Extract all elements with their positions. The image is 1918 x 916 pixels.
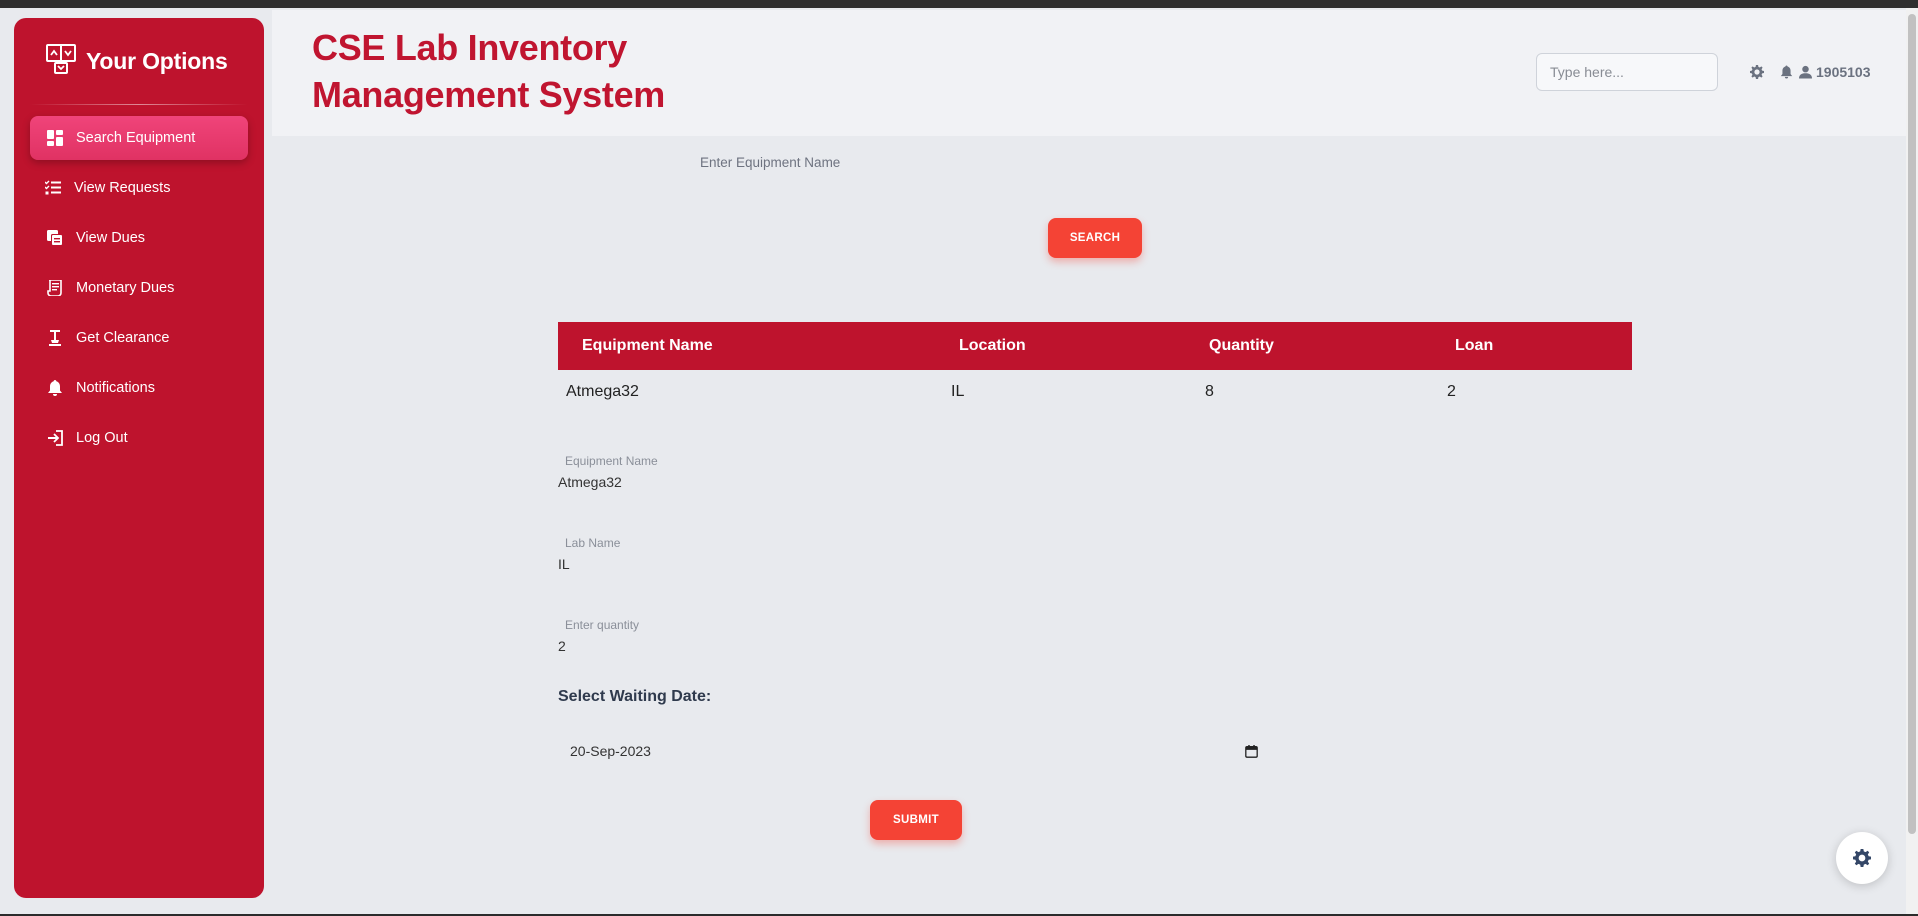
equipment-name-field[interactable]: Equipment Name Atmega32	[558, 454, 658, 490]
field-label: Enter quantity	[565, 618, 640, 632]
lab-name-field[interactable]: Lab Name IL	[558, 536, 620, 572]
scrollbar-thumb[interactable]	[1908, 14, 1916, 834]
sidebar-item-notifications[interactable]: Notifications	[30, 366, 248, 410]
column-header: Location	[959, 337, 1026, 354]
sidebar-item-label: Get Clearance	[76, 330, 170, 346]
sidebar-item-search-equipment[interactable]: Search Equipment	[30, 116, 248, 160]
divider	[30, 104, 248, 105]
sidebar-item-get-clearance[interactable]: Get Clearance	[30, 316, 248, 360]
field-value: IL	[558, 556, 570, 572]
dashboard-icon	[46, 129, 64, 147]
sidebar-item-label: View Dues	[76, 230, 146, 246]
gear-icon	[1853, 849, 1871, 867]
user-icon[interactable]	[1799, 65, 1812, 79]
submit-button[interactable]: SUBMIT	[870, 800, 962, 840]
header-actions: 1905103	[1750, 64, 1871, 80]
table-cell: 2	[1447, 383, 1456, 400]
sidebar-item-view-requests[interactable]: View Requests	[30, 166, 248, 210]
copy-icon	[46, 229, 64, 247]
brand: Your Options	[46, 44, 228, 79]
field-value: Atmega32	[558, 474, 622, 490]
brand-title: Your Options	[86, 48, 228, 74]
sidebar: Your Options Search Equipment View Reque…	[14, 18, 264, 898]
sidebar-nav: Search Equipment View Requests View Dues…	[30, 116, 248, 466]
list-check-icon	[44, 179, 62, 197]
page-background	[0, 8, 1906, 914]
search-input[interactable]	[1536, 53, 1718, 91]
sitemap-icon	[46, 44, 76, 79]
table-cell: 8	[1205, 383, 1214, 400]
sidebar-item-monetary-dues[interactable]: Monetary Dues	[30, 266, 248, 310]
logout-icon	[46, 429, 64, 447]
field-label: Equipment Name	[565, 454, 658, 468]
sidebar-item-view-dues[interactable]: View Dues	[30, 216, 248, 260]
equipment-name-input[interactable]: Enter Equipment Name	[700, 155, 840, 170]
sidebar-item-log-out[interactable]: Log Out	[30, 416, 248, 460]
sidebar-item-label: Monetary Dues	[76, 280, 175, 296]
user-id[interactable]: 1905103	[1816, 64, 1871, 80]
column-header: Loan	[1455, 337, 1494, 354]
top-header: CSE Lab Inventory Management System 1905…	[272, 10, 1906, 136]
settings-fab[interactable]	[1836, 832, 1888, 884]
page-title: CSE Lab Inventory Management System	[312, 27, 666, 115]
table-header: Equipment Name Location Quantity Loan	[558, 322, 1632, 370]
sidebar-item-label: Log Out	[76, 430, 128, 446]
calendar-icon[interactable]	[1245, 744, 1258, 758]
column-header: Equipment Name	[582, 337, 713, 354]
waiting-date-input[interactable]: 20-Sep-2023	[558, 736, 1262, 766]
sidebar-item-label: View Requests	[74, 180, 171, 196]
quantity-field[interactable]: Enter quantity 2	[558, 618, 639, 654]
table-cell: IL	[951, 383, 965, 400]
bell-icon	[46, 379, 64, 397]
table-cell: Atmega32	[566, 383, 639, 400]
equipment-table: Equipment Name Location Quantity Loan At…	[558, 322, 1632, 414]
bell-icon[interactable]	[1780, 65, 1793, 79]
date-value: 20-Sep-2023	[570, 743, 651, 759]
field-label: Lab Name	[565, 536, 621, 550]
sidebar-item-label: Notifications	[76, 380, 155, 396]
search-button[interactable]: SEARCH	[1048, 218, 1142, 258]
date-label: Select Waiting Date:	[558, 688, 712, 705]
sidebar-item-label: Search Equipment	[76, 130, 196, 146]
column-header: Quantity	[1209, 337, 1274, 354]
field-value: 2	[558, 638, 566, 654]
receipt-icon	[46, 279, 64, 297]
clearance-icon	[46, 329, 64, 347]
gear-icon[interactable]	[1750, 65, 1764, 79]
table-row[interactable]: Atmega32 IL 8 2	[558, 370, 1632, 414]
